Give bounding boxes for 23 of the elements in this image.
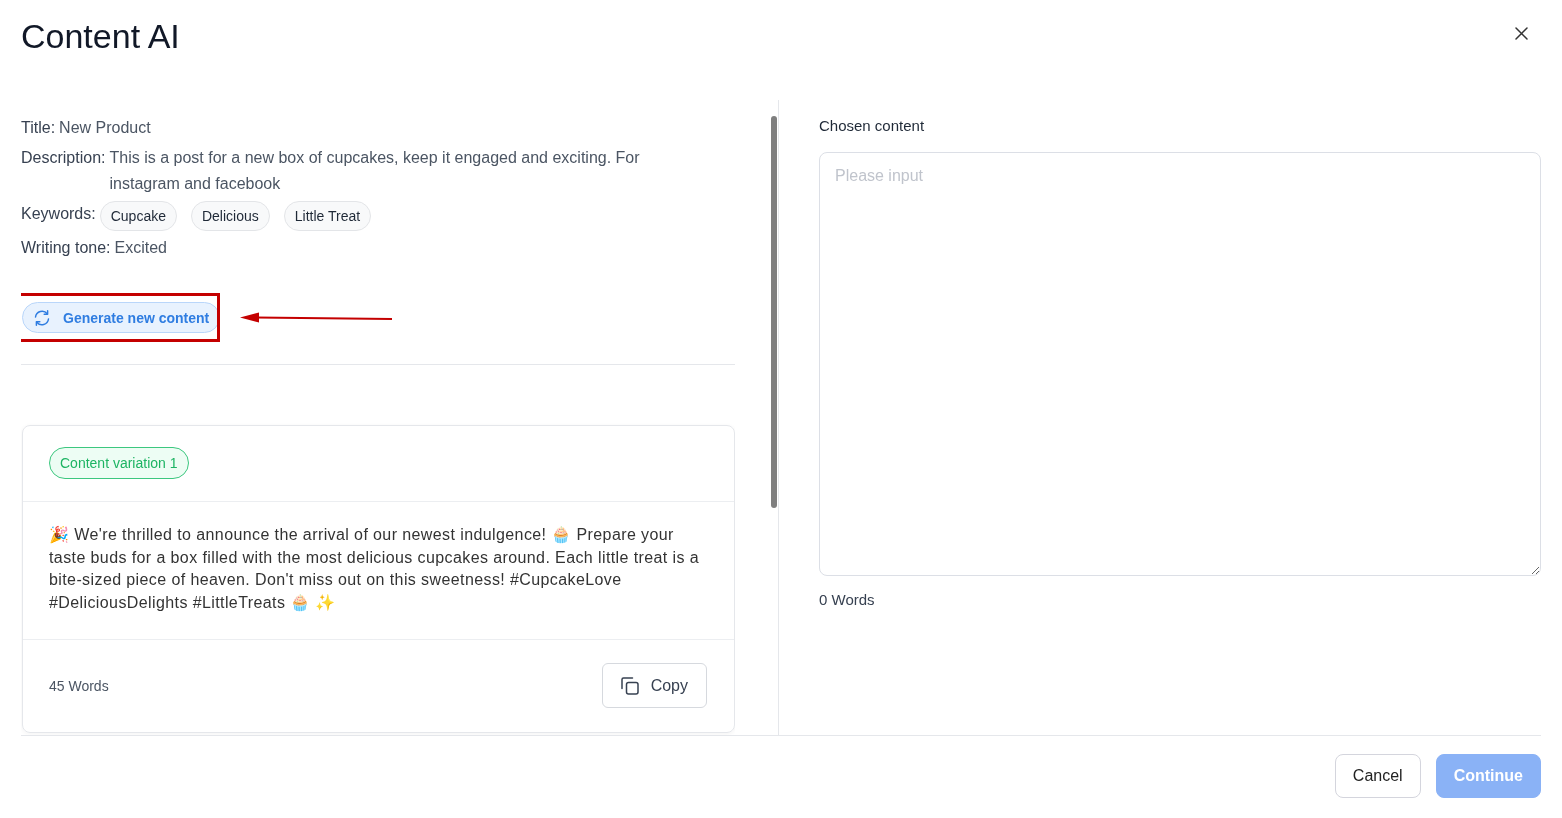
word-count: 45 Words <box>49 677 109 694</box>
field-value: New Product <box>59 118 151 138</box>
keyword-tag: Cupcake <box>99 201 177 231</box>
section-label: Chosen content <box>819 116 926 136</box>
refresh-icon <box>33 308 51 327</box>
field-label: Title: <box>21 118 56 138</box>
copy-icon <box>620 676 639 695</box>
close-icon[interactable] <box>1515 27 1528 40</box>
content-input[interactable]: Please input <box>819 152 1541 576</box>
field-value: This is a post for a new box of cupcakes, keep it engaged and exciting. For instagram and facebook <box>109 148 641 194</box>
field-value: Excited <box>114 238 167 258</box>
field-label: Writing tone: <box>21 238 111 258</box>
variation-text: 🎉 We're thrilled to announce the arrival of our newest indulgence! 🧁 Prepare your taste buds for a box filled with the most delicious cupcakes around. Each little treat is a bite-sized piece of heaven. Don't miss out on this sweetness! #CupcakeLove #DeliciousDelights #LittleTreats 🧁 ✨ <box>48 525 701 613</box>
field-label: Description: <box>21 148 106 168</box>
field-label: Keywords: <box>21 204 96 224</box>
word-count: 0 Words <box>819 590 876 610</box>
dialog-title: Content AI <box>21 16 180 56</box>
variation-tag: Content variation 1 <box>49 447 189 479</box>
keyword-tag: Delicious <box>190 201 270 231</box>
cancel-button[interactable]: Cancel <box>1334 754 1421 798</box>
copy-button[interactable]: Copy <box>601 663 707 708</box>
keyword-tag: Little Treat <box>283 201 372 231</box>
scrollbar-thumb[interactable] <box>771 116 777 508</box>
